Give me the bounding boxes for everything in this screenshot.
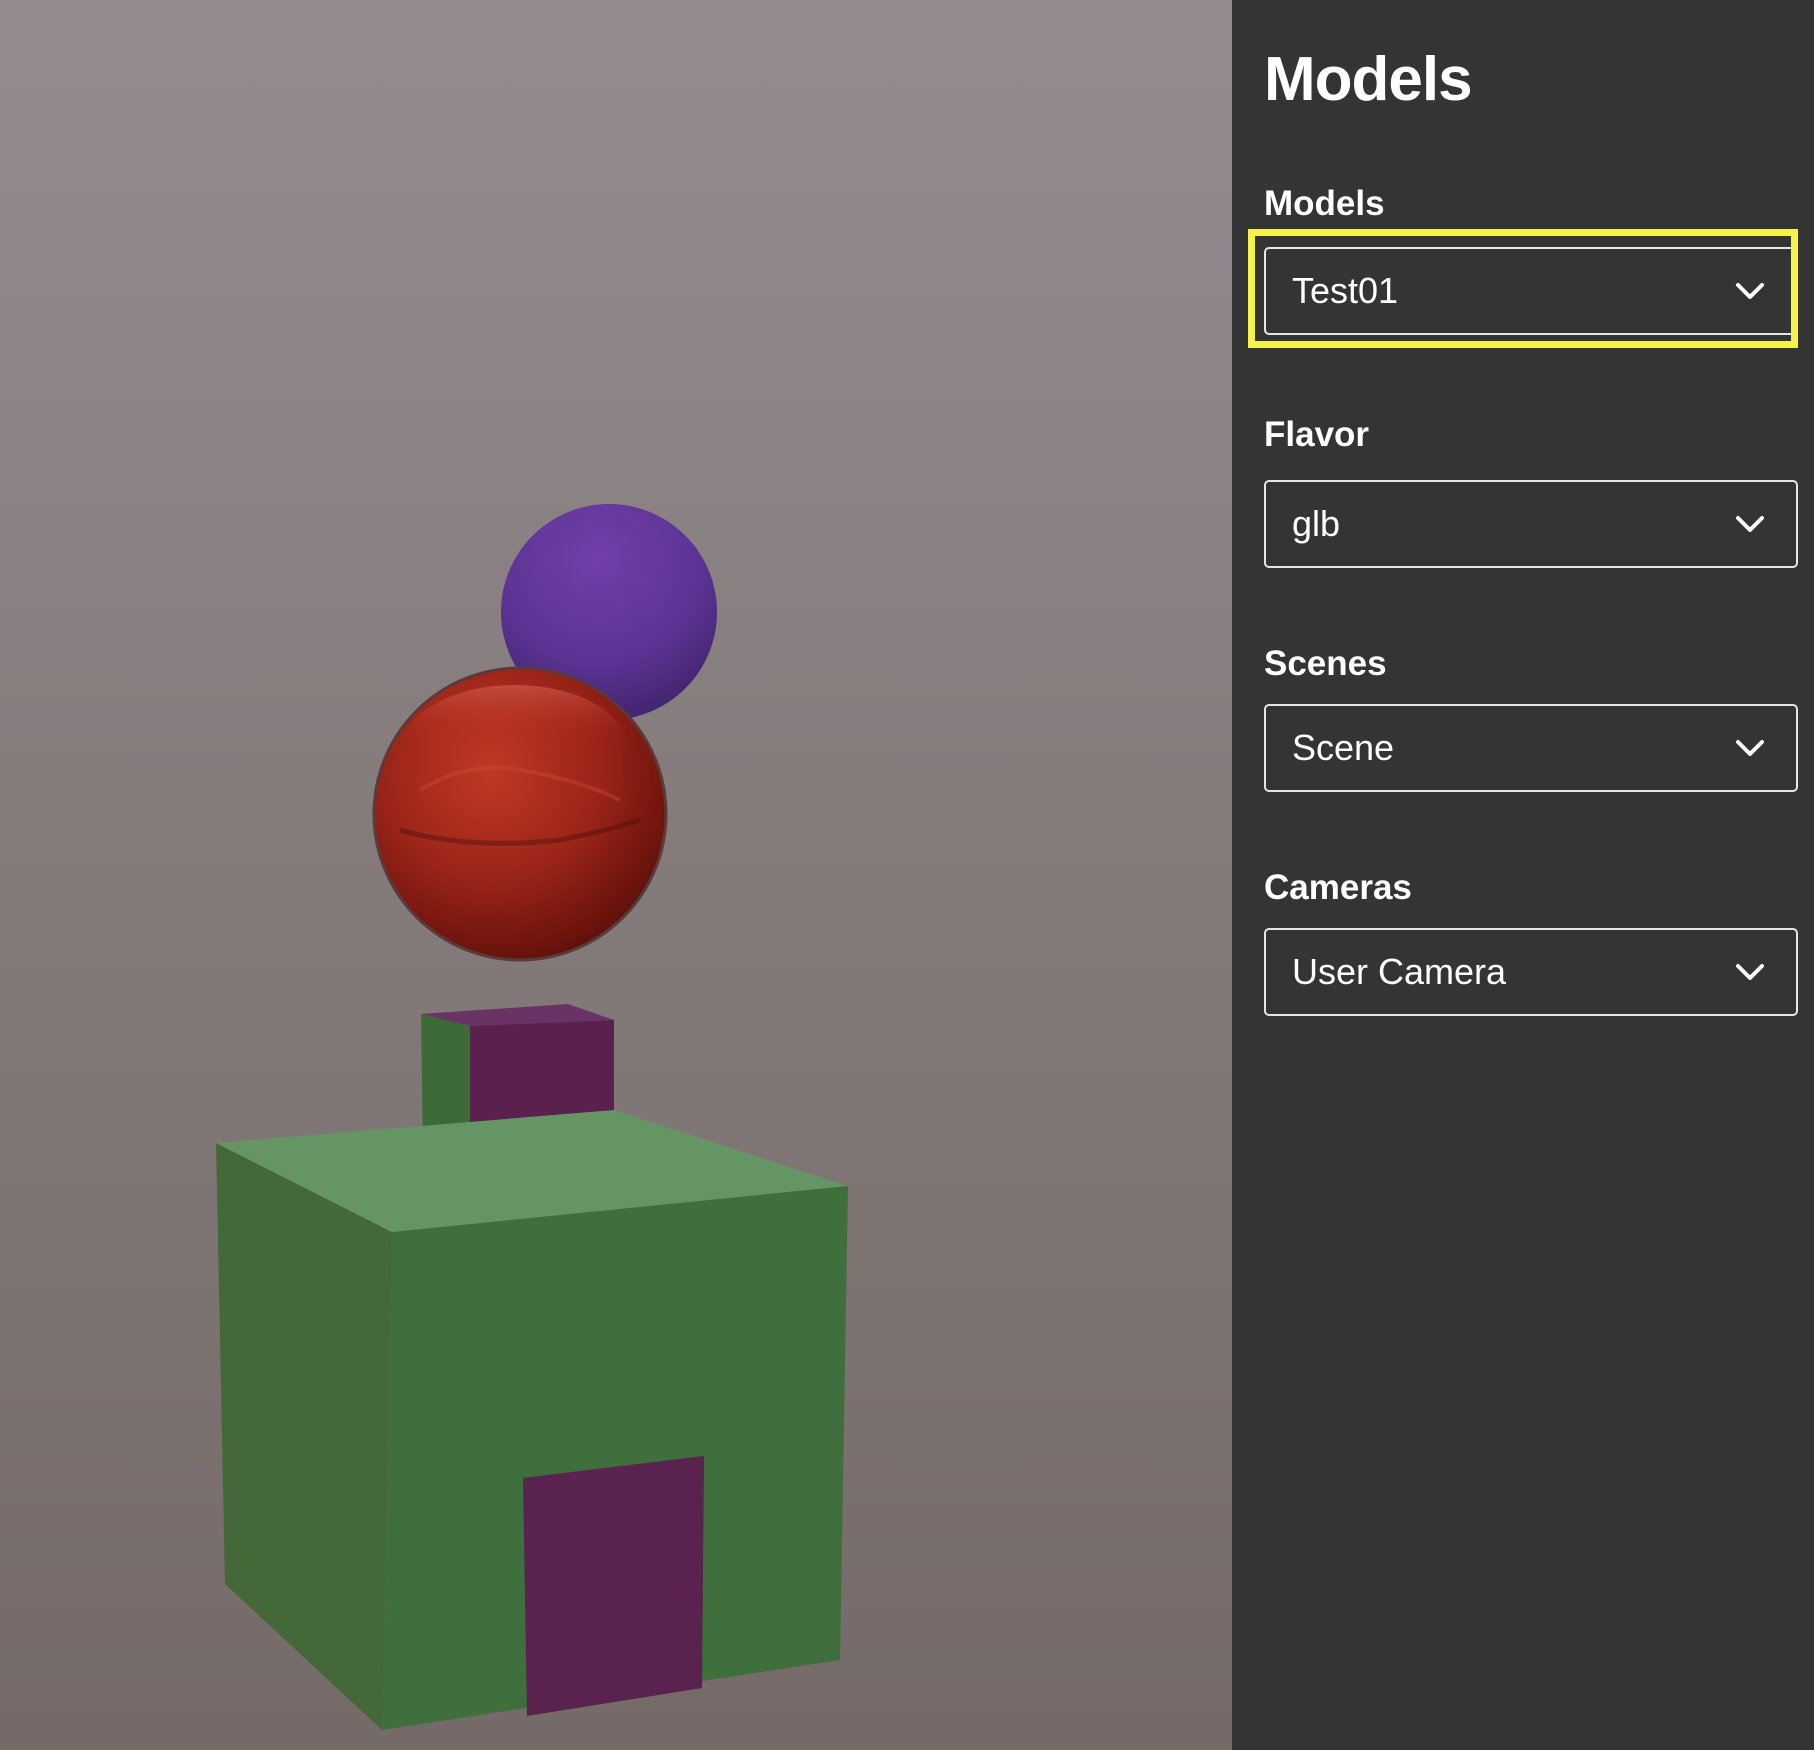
scenes-label: Scenes [1264, 644, 1387, 683]
chevron-down-icon [1736, 740, 1764, 756]
cameras-select[interactable]: User Camera [1264, 928, 1798, 1016]
flavor-label: Flavor [1264, 415, 1370, 454]
chevron-down-icon [1736, 516, 1764, 532]
flavor-select[interactable]: glb [1264, 480, 1798, 568]
chevron-down-icon [1736, 964, 1764, 980]
chevron-down-icon [1736, 283, 1764, 299]
cameras-select-value: User Camera [1292, 951, 1507, 992]
purple-door [523, 1456, 704, 1716]
models-label: Models [1264, 184, 1385, 223]
red-sphere [372, 666, 668, 962]
models-select[interactable]: Test01 [1264, 247, 1798, 335]
models-panel: Models Models Test01 Flavor glb Scenes S… [1232, 0, 1814, 1750]
cameras-label: Cameras [1264, 868, 1412, 907]
scenes-select-value: Scene [1292, 727, 1395, 768]
3d-scene [216, 504, 848, 1730]
models-select-value: Test01 [1292, 270, 1399, 311]
flavor-select-value: glb [1292, 503, 1341, 544]
3d-viewport[interactable] [0, 0, 1232, 1750]
scenes-select[interactable]: Scene [1264, 704, 1798, 792]
panel-title: Models [1264, 45, 1473, 114]
